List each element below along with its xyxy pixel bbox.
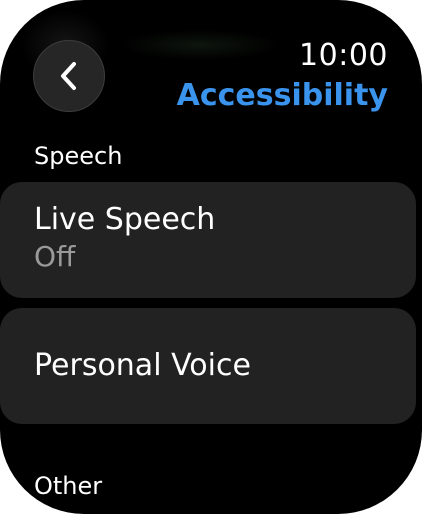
chevron-left-icon <box>58 61 80 91</box>
background-blur-center <box>120 30 280 60</box>
page-title: Accessibility <box>176 78 388 113</box>
live-speech-value: Off <box>34 240 76 273</box>
back-button[interactable] <box>33 40 105 112</box>
watch-screen: 10:00 Accessibility Speech Live Speech O… <box>0 0 422 514</box>
section-header-other: Other <box>34 472 103 500</box>
personal-voice-row[interactable]: Personal Voice <box>0 308 416 424</box>
section-header-speech: Speech <box>34 142 123 170</box>
personal-voice-label: Personal Voice <box>34 348 251 383</box>
clock-time: 10:00 <box>299 38 388 73</box>
live-speech-label: Live Speech <box>34 202 216 237</box>
live-speech-row[interactable]: Live Speech Off <box>0 182 416 298</box>
